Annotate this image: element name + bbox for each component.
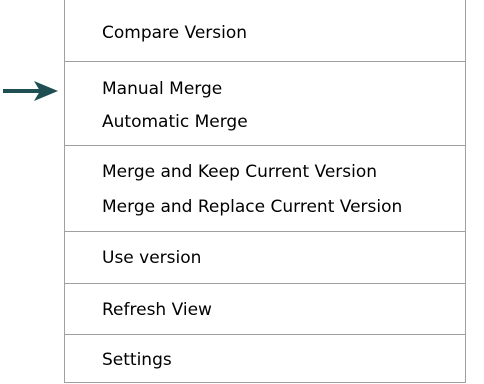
menu-item-compare-version[interactable]: Compare Version [102,18,247,48]
menu-item-refresh-view[interactable]: Refresh View [102,295,212,325]
menu-separator [65,61,465,62]
menu-separator [65,334,465,335]
menu-item-manual-merge[interactable]: Manual Merge [102,74,222,104]
menu-item-automatic-merge[interactable]: Automatic Merge [102,107,248,137]
menu-separator [65,283,465,284]
arrow-right-icon [3,81,58,101]
menu-item-use-version[interactable]: Use version [102,243,201,273]
menu-item-merge-keep-current[interactable]: Merge and Keep Current Version [102,157,377,187]
menu-separator [65,145,465,146]
menu-separator [65,231,465,232]
context-menu: Compare Version Manual Merge Automatic M… [64,0,466,383]
menu-item-merge-replace-current[interactable]: Merge and Replace Current Version [102,192,402,222]
menu-item-settings[interactable]: Settings [102,345,172,375]
